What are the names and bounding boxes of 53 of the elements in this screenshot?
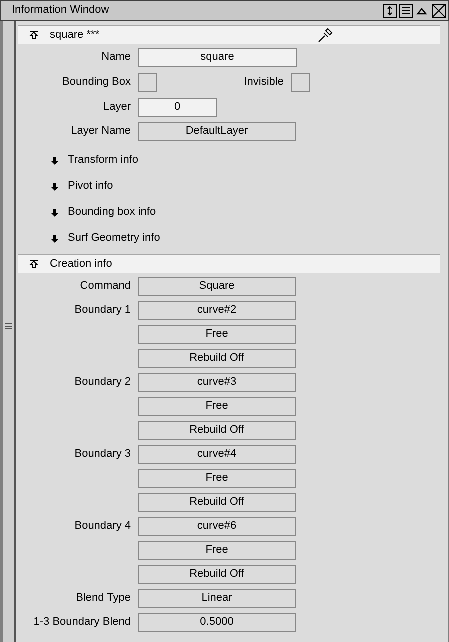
collapse-arrow-icon[interactable] — [29, 30, 39, 40]
value-field[interactable]: 0.5000 — [138, 613, 296, 632]
section-title[interactable]: square *** — [50, 26, 100, 44]
field-label: Blend Type — [76, 592, 131, 604]
value-field[interactable]: Rebuild Off — [138, 565, 296, 584]
value-field[interactable]: Free — [138, 469, 296, 488]
resize-icon[interactable] — [383, 4, 397, 18]
section-title[interactable]: Bounding box info — [68, 204, 156, 221]
expand-arrow-icon[interactable] — [50, 208, 60, 218]
field-label: Layer — [103, 101, 131, 114]
field-label: Name — [102, 51, 131, 64]
field-label: Invisible — [244, 76, 284, 88]
grip-icon[interactable] — [5, 323, 12, 330]
value-field[interactable]: Rebuild Off — [138, 493, 296, 512]
pin-icon[interactable] — [318, 27, 334, 43]
field-label: Boundary 2 — [74, 376, 131, 388]
value-field[interactable]: Rebuild Off — [138, 421, 296, 440]
value-field[interactable]: Rebuild Off — [138, 349, 296, 368]
field-label: Boundary 1 — [74, 304, 131, 316]
section-title[interactable]: Pivot info — [68, 178, 114, 195]
section-title[interactable]: Creation info — [50, 256, 112, 272]
value-field[interactable]: DefaultLayer — [138, 122, 296, 141]
side-strip[interactable] — [0, 21, 16, 642]
section-header[interactable]: square *** — [18, 25, 440, 44]
value-field[interactable]: Free — [138, 325, 296, 344]
checkbox[interactable] — [138, 73, 157, 92]
expand-arrow-icon[interactable] — [50, 182, 60, 192]
field-label: Boundary 3 — [74, 448, 131, 460]
value-field[interactable]: Free — [138, 397, 296, 416]
value-field[interactable]: Square — [138, 277, 296, 296]
field-label: Layer Name — [71, 125, 131, 138]
menu-icon[interactable] — [399, 4, 413, 18]
checkbox[interactable] — [291, 73, 310, 92]
field-label: Bounding Box — [62, 76, 131, 88]
section-title[interactable]: Transform info — [68, 152, 139, 169]
field-label: 1-3 Boundary Blend — [34, 616, 131, 628]
section-header[interactable]: Creation info — [18, 254, 440, 273]
value-field[interactable]: Free — [138, 541, 296, 560]
value-field[interactable]: curve#2 — [138, 301, 296, 320]
input-field[interactable]: 0 — [138, 98, 217, 117]
close-icon[interactable] — [432, 4, 446, 18]
field-label: Command — [80, 280, 131, 292]
window-title: Information Window — [12, 3, 110, 18]
value-field[interactable]: curve#3 — [138, 373, 296, 392]
value-field[interactable]: curve#6 — [138, 517, 296, 536]
value-field[interactable]: Linear — [138, 589, 296, 608]
section-title[interactable]: Surf Geometry info — [68, 230, 160, 247]
expand-arrow-icon[interactable] — [50, 156, 60, 166]
expand-arrow-icon[interactable] — [50, 234, 60, 244]
input-field[interactable]: square — [138, 48, 297, 67]
collapse-arrow-icon[interactable] — [29, 259, 39, 269]
field-label: Boundary 4 — [74, 520, 131, 532]
value-field[interactable]: curve#4 — [138, 445, 296, 464]
